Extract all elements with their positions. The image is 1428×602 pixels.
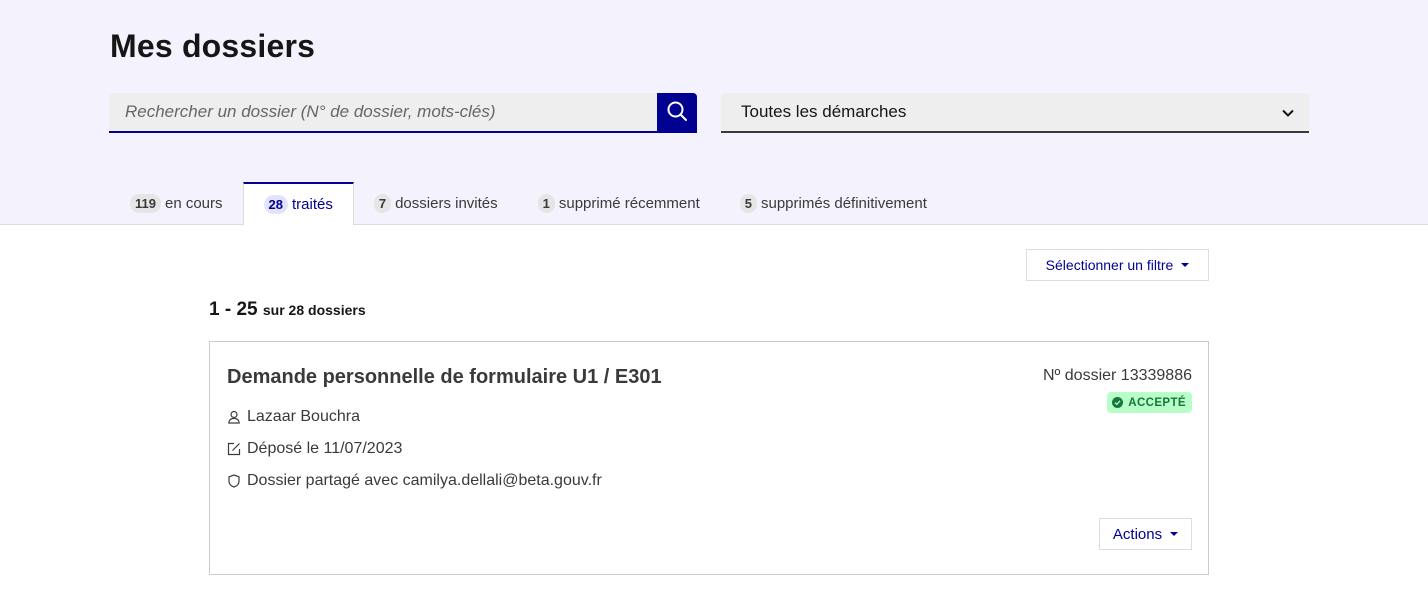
deposit-date: Déposé le 11/07/2023 [247,440,403,457]
tab-label: en cours [164,195,223,212]
dossier-title[interactable]: Demande personnelle de formulaire U1 / E… [227,366,662,389]
status-badge: ACCEPTÉ [1107,392,1192,413]
dossier-tabs: 119 en cours 28 traités 7 dossiers invit… [110,182,947,226]
filter-button[interactable]: Sélectionner un filtre [1026,249,1209,281]
page-title: Mes dossiers [110,28,316,64]
tab-dossiers-invites[interactable]: 7 dossiers invités [354,182,518,225]
procedure-select-value: Toutes les démarches [741,102,907,121]
tab-supprime-recemment[interactable]: 1 supprimé récemment [518,182,720,225]
chevron-down-icon [1281,105,1295,125]
dossier-number: Nº dossier 13339886 [1042,367,1192,384]
results-range: 1 - 25 [209,299,258,320]
results-count: 1 - 25 sur 28 dossiers [209,299,366,321]
tab-traites[interactable]: 28 traités [242,182,354,226]
search-input[interactable] [109,93,657,131]
tab-label: supprimés définitivement [761,195,927,212]
search-field[interactable] [109,93,657,133]
edit-box-icon [227,442,241,456]
status-label: ACCEPTÉ [1128,396,1186,409]
search-button[interactable] [657,93,697,133]
tab-label: supprimé récemment [558,195,700,212]
results-total: sur 28 dossiers [262,302,366,318]
applicant-row: Lazaar Bouchra [227,408,360,426]
header-section: Mes dossiers Toutes les démarches 119 en… [0,0,1428,226]
caret-down-icon [1181,263,1190,267]
shared-with: Dossier partagé avec camilya.dellali@bet… [247,472,602,489]
tab-count: 1 [537,194,555,213]
check-circle-icon [1112,397,1124,408]
tab-count: 119 [130,194,161,213]
tab-count: 28 [263,195,288,214]
search-icon [666,100,688,127]
tab-label: traités [292,196,333,213]
actions-button-label: Actions [1112,525,1163,543]
tab-en-cours[interactable]: 119 en cours [110,182,243,225]
tab-supprimes-definitivement[interactable]: 5 supprimés définitivement [720,182,947,225]
dossier-card: Demande personnelle de formulaire U1 / E… [209,341,1209,575]
tab-label: dossiers invités [395,195,498,212]
caret-down-icon [1170,532,1179,536]
procedure-select[interactable]: Toutes les démarches [721,93,1309,133]
shield-icon [227,474,241,488]
actions-button[interactable]: Actions [1099,518,1192,550]
tab-count: 7 [373,194,392,213]
shared-row: Dossier partagé avec camilya.dellali@bet… [227,472,602,490]
user-icon [227,410,241,424]
filter-button-label: Sélectionner un filtre [1045,257,1174,273]
applicant-name: Lazaar Bouchra [247,408,360,425]
tab-count: 5 [739,194,757,213]
deposit-row: Déposé le 11/07/2023 [227,440,402,458]
